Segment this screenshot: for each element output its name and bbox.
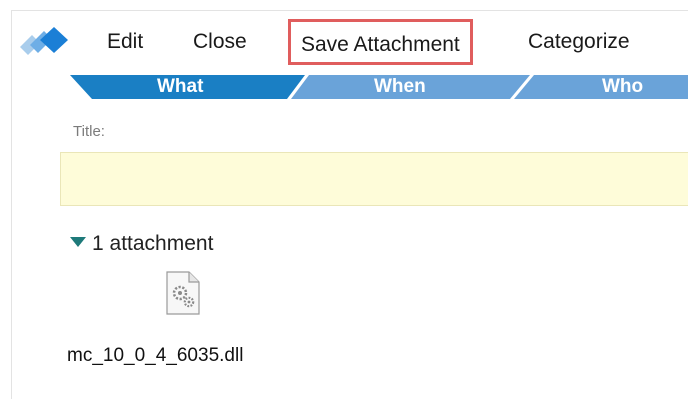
tab-when[interactable]: When xyxy=(374,75,426,99)
tab-what[interactable]: What xyxy=(157,75,203,99)
toolbar: Edit Close Save Attachment Categorize xyxy=(12,11,688,71)
attachments-header[interactable]: 1 attachment xyxy=(70,231,213,257)
tab-who[interactable]: Who xyxy=(602,75,643,99)
collapse-caret-icon[interactable] xyxy=(70,236,86,248)
attachment-file-name[interactable]: mc_10_0_4_6035.dll xyxy=(67,345,243,367)
dll-file-icon[interactable] xyxy=(165,271,201,315)
title-input[interactable] xyxy=(60,152,688,206)
title-label: Title: xyxy=(73,123,105,140)
attachments-count-label: 1 attachment xyxy=(92,232,214,255)
categorize-button[interactable]: Categorize xyxy=(528,27,630,57)
edit-button[interactable]: Edit xyxy=(107,27,143,57)
app-logo-icon xyxy=(20,27,68,55)
close-button[interactable]: Close xyxy=(193,27,247,57)
app-window: Edit Close Save Attachment Categorize Wh… xyxy=(11,10,688,399)
save-attachment-button[interactable]: Save Attachment xyxy=(288,19,473,65)
tab-strip-graphic xyxy=(70,75,688,99)
wizard-tabs: What When Who xyxy=(12,75,688,99)
